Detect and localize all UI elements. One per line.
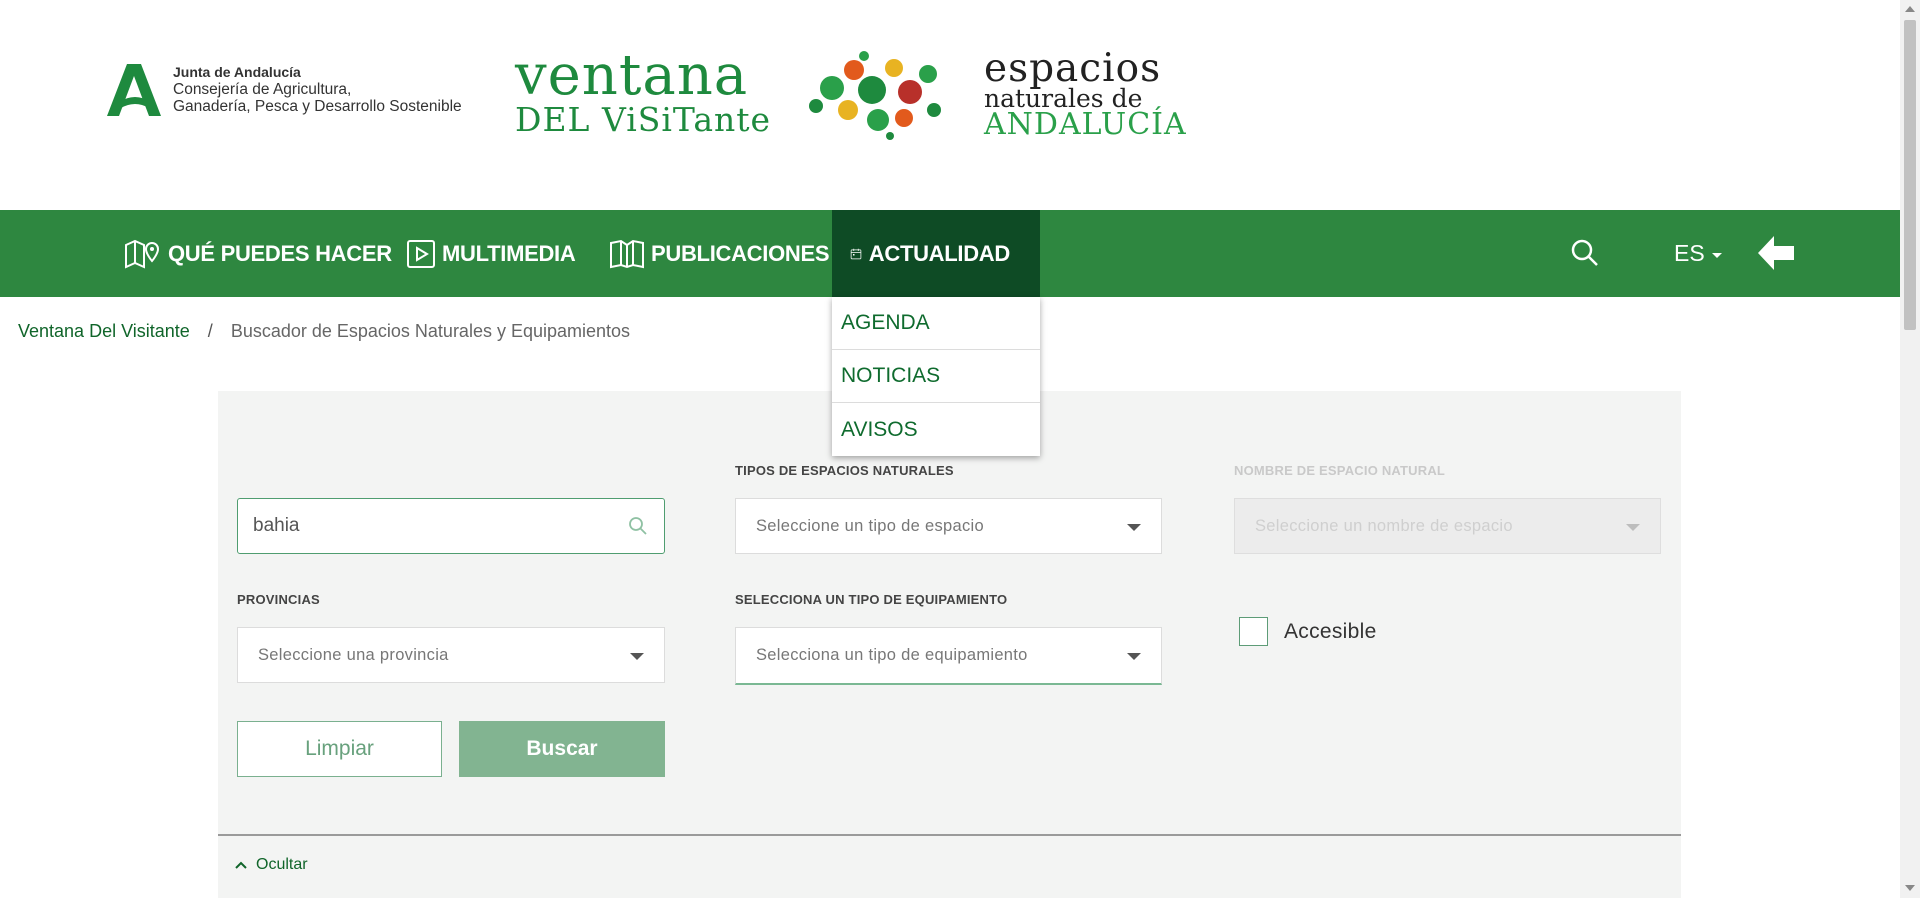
dropdown-item-noticias[interactable]: NOTICIAS xyxy=(832,350,1040,403)
chevron-down-icon xyxy=(1626,524,1640,531)
tipos-espacios-placeholder: Seleccione un tipo de espacio xyxy=(756,516,984,535)
accesible-checkbox[interactable] xyxy=(1239,617,1268,646)
junta-consejeria-line1: Consejería de Agricultura, xyxy=(173,81,352,98)
page-scrollbar[interactable] xyxy=(1900,0,1920,898)
provincias-label: PROVINCIAS xyxy=(237,592,320,607)
accesible-checkbox-row[interactable]: Accesible xyxy=(1239,617,1377,646)
search-input[interactable]: bahia xyxy=(237,498,665,554)
book-icon xyxy=(610,239,644,268)
dropdown-item-avisos[interactable]: AVISOS xyxy=(832,403,1040,456)
breadcrumb-current: Buscador de Espacios Naturales y Equipam… xyxy=(230,321,631,341)
chevron-down-icon xyxy=(630,653,644,660)
espacios-logo-line1: espacios xyxy=(984,46,1162,91)
scrollbar-thumb[interactable] xyxy=(1904,20,1916,330)
ventana-logo-line1: ventana xyxy=(515,43,749,108)
caret-down-icon xyxy=(1712,252,1723,258)
provincias-select[interactable]: Seleccione una provincia xyxy=(237,627,665,683)
espacios-naturales-logo[interactable]: espacios naturales de ANDALUCÍA xyxy=(984,46,1187,142)
nombre-espacio-select[interactable]: Seleccione un nombre de espacio xyxy=(1234,498,1661,554)
search-input-value: bahia xyxy=(253,515,300,536)
hide-filters-label: Ocultar xyxy=(256,856,308,873)
chevron-up-icon xyxy=(235,861,247,869)
calendar-icon xyxy=(850,248,862,259)
site-header: Junta de Andalucía Consejería de Agricul… xyxy=(0,0,1900,210)
nav-label-multimedia: MULTIMEDIA xyxy=(442,240,576,266)
provincias-placeholder: Seleccione una provincia xyxy=(258,645,449,664)
equipamiento-label: SELECCIONA UN TIPO DE EQUIPAMIENTO xyxy=(735,592,1008,607)
tipos-espacios-select[interactable]: Seleccione un tipo de espacio xyxy=(735,498,1162,554)
nav-item-multimedia[interactable]: MULTIMEDIA xyxy=(406,210,576,297)
scroll-up-arrow-icon[interactable] xyxy=(1905,6,1915,12)
language-selector[interactable]: ES xyxy=(1674,240,1723,267)
panel-divider xyxy=(218,834,1681,836)
tipos-espacios-label: TIPOS DE ESPACIOS NATURALES xyxy=(735,463,954,478)
back-arrow-icon[interactable] xyxy=(1756,234,1796,277)
nombre-espacio-label: NOMBRE DE ESPACIO NATURAL xyxy=(1234,463,1446,478)
hide-filters-toggle[interactable]: Ocultar xyxy=(234,856,308,874)
chevron-down-icon xyxy=(1127,524,1141,531)
play-icon xyxy=(407,239,435,268)
search-filter-panel: bahia TIPOS DE ESPACIOS NATURALES Selecc… xyxy=(218,391,1681,898)
nav-item-publicaciones[interactable]: PUBLICACIONES xyxy=(609,210,830,297)
language-label: ES xyxy=(1674,240,1705,266)
nature-illustration-icon xyxy=(802,48,952,145)
chevron-down-icon xyxy=(1127,653,1141,660)
map-pin-icon xyxy=(125,239,160,269)
equipamiento-placeholder: Selecciona un tipo de equipamiento xyxy=(756,646,1028,664)
nav-label-actualidad: ACTUALIDAD xyxy=(868,240,1011,266)
nav-search-icon[interactable] xyxy=(1570,238,1600,273)
dropdown-item-agenda[interactable]: AGENDA xyxy=(832,297,1040,350)
breadcrumb: Ventana Del Visitante / Buscador de Espa… xyxy=(18,321,630,342)
espacios-logo-line3: ANDALUCÍA xyxy=(984,107,1187,142)
search-button[interactable]: Buscar xyxy=(459,721,665,777)
search-icon xyxy=(629,517,647,535)
breadcrumb-separator: / xyxy=(207,321,213,341)
nav-item-que-puedes-hacer[interactable]: QUÉ PUEDES HACER xyxy=(124,210,392,297)
nombre-espacio-placeholder: Seleccione un nombre de espacio xyxy=(1255,516,1513,535)
ventana-logo-line2: DEL ViSiTante xyxy=(515,100,772,139)
main-navbar: QUÉ PUEDES HACER MULTIMEDIA PUBLICACIONE… xyxy=(0,210,1900,297)
clear-button[interactable]: Limpiar xyxy=(237,721,442,777)
actualidad-dropdown-menu: AGENDA NOTICIAS AVISOS xyxy=(832,297,1040,456)
junta-title: Junta de Andalucía xyxy=(173,64,301,80)
junta-consejeria-line2: Ganadería, Pesca y Desarrollo Sostenible xyxy=(173,98,462,115)
nav-item-actualidad[interactable]: ACTUALIDAD xyxy=(832,210,1040,297)
nav-label-que-puedes-hacer: QUÉ PUEDES HACER xyxy=(168,240,392,266)
equipamiento-select[interactable]: Selecciona un tipo de equipamiento xyxy=(735,627,1162,685)
junta-andalucia-emblem-icon xyxy=(107,64,161,116)
breadcrumb-home-link[interactable]: Ventana Del Visitante xyxy=(18,321,190,342)
scroll-down-arrow-icon[interactable] xyxy=(1905,885,1915,891)
junta-andalucia-logo[interactable]: Junta de Andalucía Consejería de Agricul… xyxy=(105,62,462,118)
accesible-label: Accesible xyxy=(1284,619,1377,643)
ventana-del-visitante-logo[interactable]: ventana DEL ViSiTante xyxy=(515,48,771,138)
nav-label-publicaciones: PUBLICACIONES xyxy=(651,240,830,266)
